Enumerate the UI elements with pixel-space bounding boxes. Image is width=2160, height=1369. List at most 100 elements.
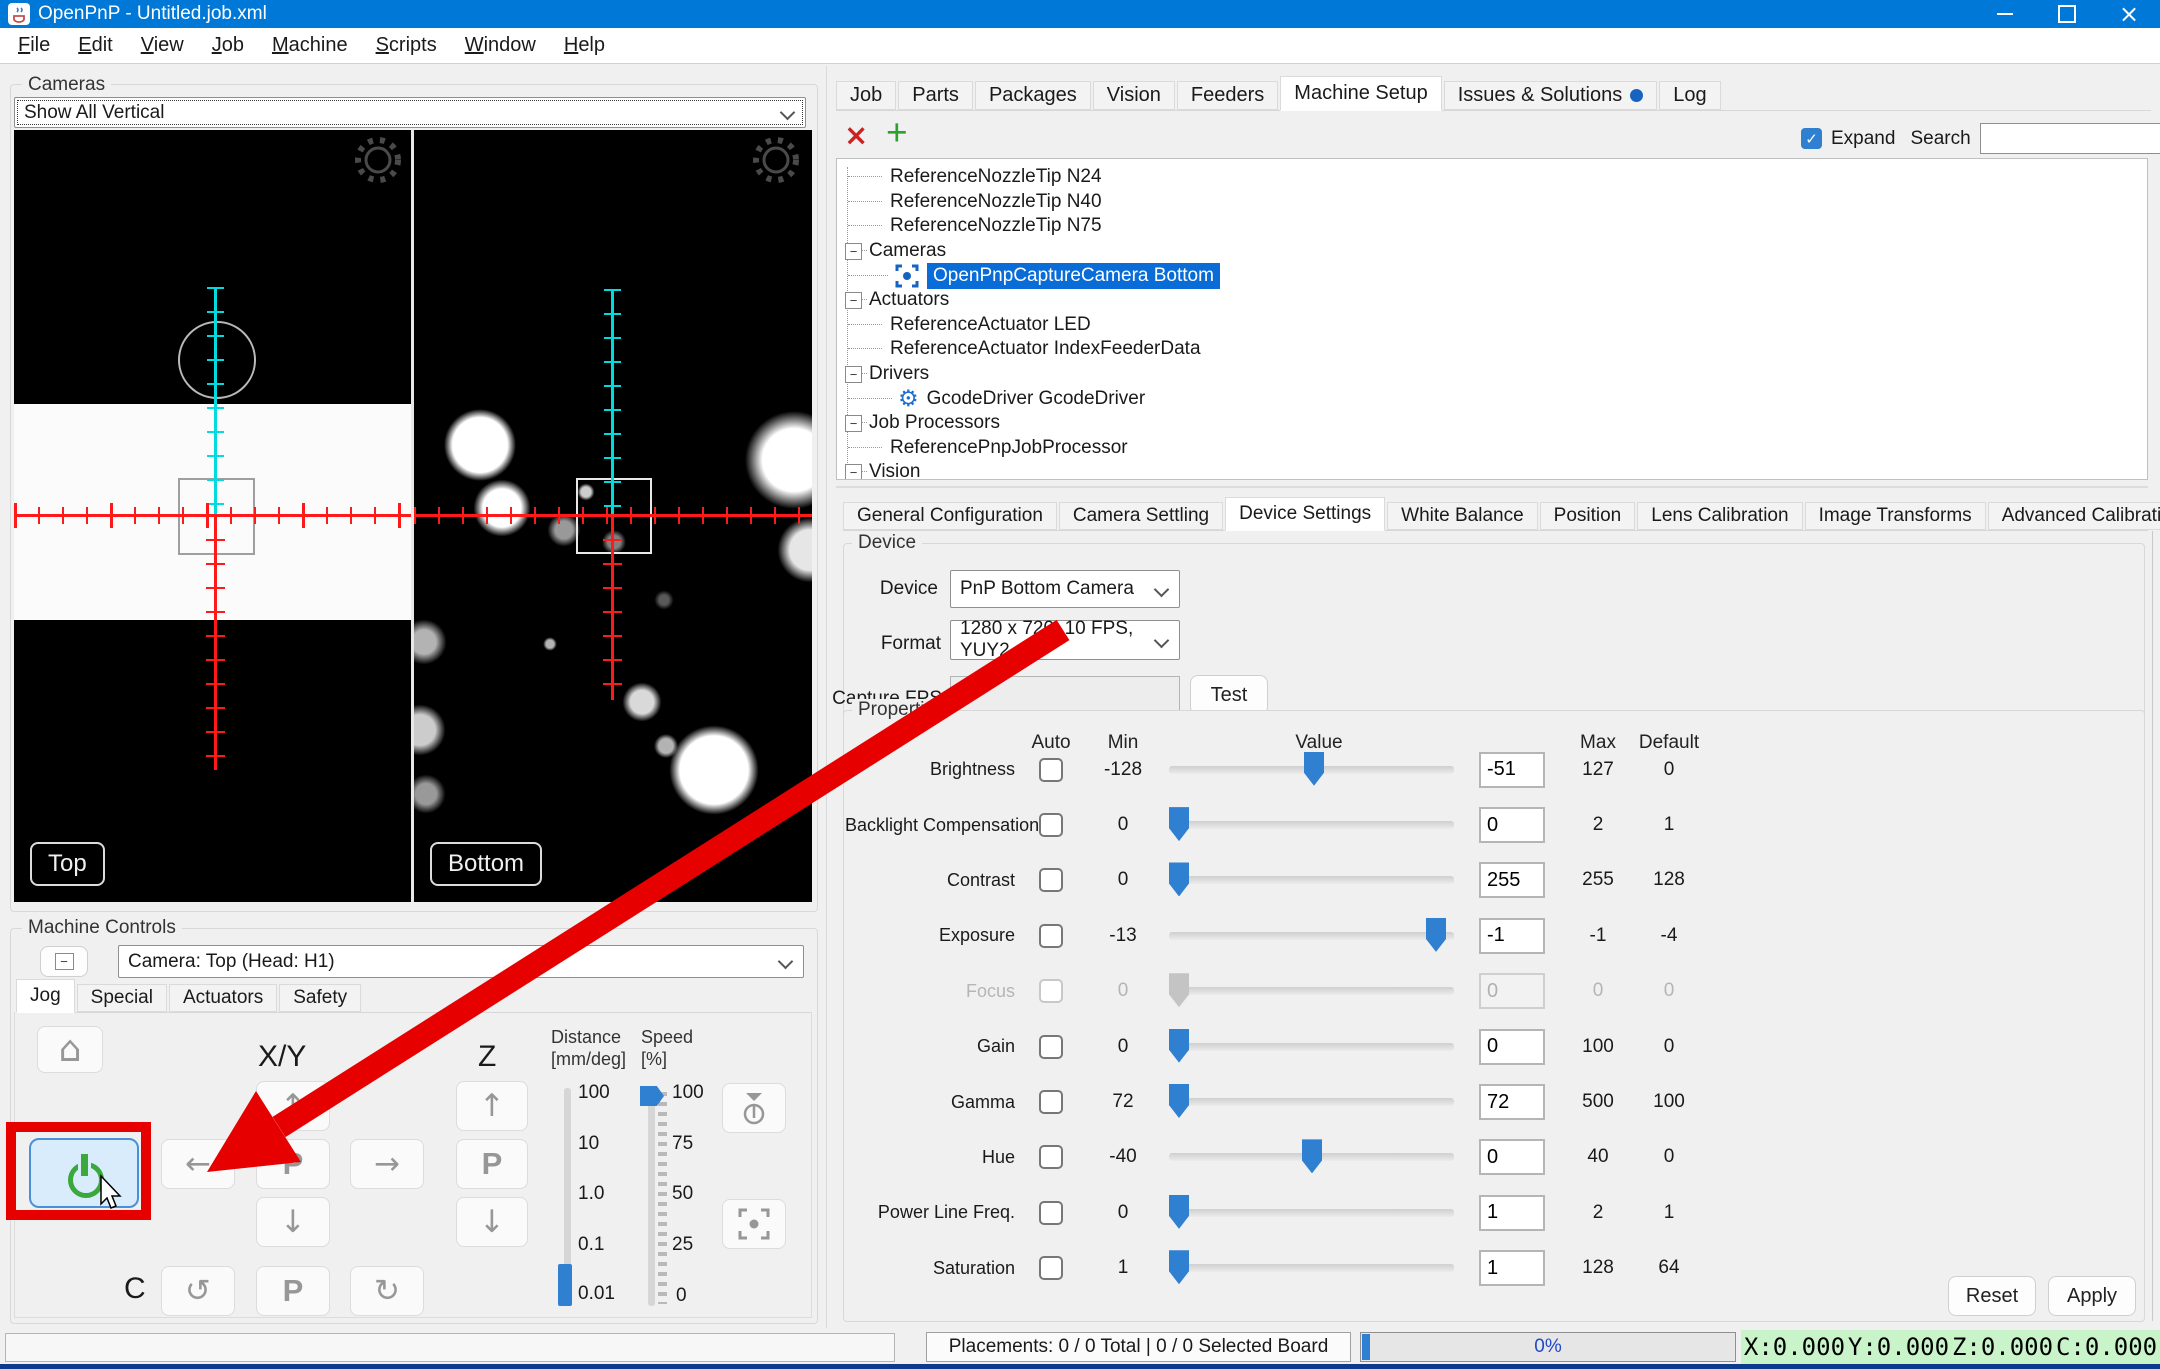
add-item-button[interactable]: + xyxy=(886,112,908,154)
value-input[interactable] xyxy=(1479,918,1545,954)
position-camera-xy-button[interactable]: P xyxy=(256,1139,330,1189)
collapse-node-icon[interactable]: − xyxy=(845,464,862,480)
machine-setup-tree[interactable]: ReferenceNozzleTip N24ReferenceNozzleTip… xyxy=(836,158,2148,480)
collapse-node-icon[interactable]: − xyxy=(845,292,862,309)
auto-checkbox[interactable] xyxy=(1039,1090,1063,1114)
value-slider[interactable] xyxy=(1169,876,1454,884)
value-input[interactable] xyxy=(1479,1139,1545,1175)
tab-camera-settling[interactable]: Camera Settling xyxy=(1059,502,1223,530)
value-input[interactable] xyxy=(1479,1084,1545,1120)
value-input[interactable] xyxy=(1479,1250,1545,1286)
speed-slider[interactable] xyxy=(648,1088,655,1306)
auto-checkbox[interactable] xyxy=(1039,1145,1063,1169)
tab-issues-solutions[interactable]: Issues & Solutions xyxy=(1444,81,1658,110)
jog-z-minus-button[interactable]: ↓ xyxy=(456,1197,528,1247)
tree-item[interactable]: ReferencePnpJobProcessor xyxy=(837,436,2147,461)
value-input[interactable] xyxy=(1479,1195,1545,1231)
tab-general-configuration[interactable]: General Configuration xyxy=(843,502,1057,530)
collapse-node-icon[interactable]: − xyxy=(845,366,862,383)
tree-item[interactable]: ReferenceNozzleTip N40 xyxy=(837,190,2147,215)
jog-x-plus-button[interactable]: → xyxy=(350,1139,424,1189)
value-slider[interactable] xyxy=(1169,1153,1454,1161)
collapse-node-icon[interactable]: − xyxy=(845,415,862,432)
jog-x-minus-button[interactable]: ← xyxy=(161,1139,235,1189)
slider-thumb[interactable] xyxy=(1169,807,1189,841)
maximize-button[interactable] xyxy=(2036,0,2098,28)
expand-checkbox[interactable] xyxy=(1801,128,1822,149)
tree-item[interactable]: ⚙GcodeDriver GcodeDriver xyxy=(837,386,2147,411)
menu-item-edit[interactable]: Edit xyxy=(64,34,126,57)
menu-item-file[interactable]: File xyxy=(4,34,64,57)
tree-item[interactable]: −Drivers xyxy=(837,362,2147,387)
position-camera-button[interactable] xyxy=(722,1199,786,1249)
tab-packages[interactable]: Packages xyxy=(975,81,1091,110)
value-slider[interactable] xyxy=(1169,1264,1454,1272)
jog-z-plus-button[interactable]: ↑ xyxy=(456,1081,528,1131)
slider-thumb[interactable] xyxy=(1169,1195,1189,1229)
tab-jog[interactable]: Jog xyxy=(16,979,75,1013)
slider-thumb[interactable] xyxy=(1169,862,1189,896)
reset-button[interactable]: Reset xyxy=(1948,1276,2036,1316)
tree-item[interactable]: ReferenceActuator IndexFeederData xyxy=(837,337,2147,362)
tree-item[interactable]: ReferenceActuator LED xyxy=(837,313,2147,338)
value-input[interactable] xyxy=(1479,807,1545,843)
tree-item[interactable]: ReferenceNozzleTip N75 xyxy=(837,214,2147,239)
position-camera-c-button[interactable]: P xyxy=(256,1266,330,1316)
home-button[interactable]: ⌂ xyxy=(37,1026,103,1073)
auto-checkbox[interactable] xyxy=(1039,868,1063,892)
distance-slider-thumb[interactable] xyxy=(558,1264,572,1306)
position-camera-z-button[interactable]: P xyxy=(456,1139,528,1189)
slider-thumb[interactable] xyxy=(1304,752,1324,786)
tab-parts[interactable]: Parts xyxy=(898,81,973,110)
tree-item[interactable]: −Vision xyxy=(837,460,2147,480)
camera-view-selector[interactable]: Show All Vertical xyxy=(14,97,806,128)
value-slider[interactable] xyxy=(1169,821,1454,829)
auto-checkbox[interactable] xyxy=(1039,1256,1063,1280)
tab-position[interactable]: Position xyxy=(1540,502,1636,530)
value-slider[interactable] xyxy=(1169,932,1454,940)
tab-lens-calibration[interactable]: Lens Calibration xyxy=(1637,502,1802,530)
head-selector[interactable]: Camera: Top (Head: H1) xyxy=(118,945,804,978)
tree-item[interactable]: −Job Processors xyxy=(837,411,2147,436)
slider-thumb[interactable] xyxy=(1302,1139,1322,1173)
park-z-button[interactable] xyxy=(722,1083,786,1133)
value-slider[interactable] xyxy=(1169,1098,1454,1106)
value-slider[interactable] xyxy=(1169,766,1454,774)
jog-y-minus-button[interactable]: ↓ xyxy=(256,1197,330,1247)
tree-item[interactable]: OpenPnpCaptureCamera Bottom xyxy=(837,263,2147,288)
tab-special[interactable]: Special xyxy=(77,984,167,1012)
power-button[interactable] xyxy=(29,1138,139,1208)
tree-item[interactable]: ReferenceNozzleTip N24 xyxy=(837,165,2147,190)
menu-item-window[interactable]: Window xyxy=(451,34,550,57)
rotate-cw-button[interactable]: ↻ xyxy=(350,1266,424,1316)
slider-thumb[interactable] xyxy=(1169,1084,1189,1118)
tab-actuators[interactable]: Actuators xyxy=(169,984,277,1012)
close-button[interactable]: × xyxy=(2098,0,2160,28)
slider-thumb[interactable] xyxy=(1169,1250,1189,1284)
device-select[interactable]: PnP Bottom Camera xyxy=(950,570,1180,608)
menu-item-view[interactable]: View xyxy=(127,34,198,57)
slider-thumb[interactable] xyxy=(1169,1029,1189,1063)
capture-fps-input[interactable] xyxy=(950,676,1180,714)
auto-checkbox[interactable] xyxy=(1039,1201,1063,1225)
menu-item-job[interactable]: Job xyxy=(198,34,258,57)
tab-vision[interactable]: Vision xyxy=(1093,81,1175,110)
menu-item-machine[interactable]: Machine xyxy=(258,34,362,57)
menu-item-help[interactable]: Help xyxy=(550,34,619,57)
collapse-controls-button[interactable]: − xyxy=(40,946,88,977)
auto-checkbox[interactable] xyxy=(1039,1035,1063,1059)
format-select[interactable]: 1280 x 720, 10 FPS, YUY2 xyxy=(950,620,1180,660)
delete-item-button[interactable]: × xyxy=(844,118,868,152)
search-input[interactable] xyxy=(1980,123,2160,154)
auto-checkbox[interactable] xyxy=(1039,758,1063,782)
tab-log[interactable]: Log xyxy=(1659,81,1720,110)
tab-feeders[interactable]: Feeders xyxy=(1177,81,1278,110)
value-input[interactable] xyxy=(1479,752,1545,788)
jog-y-plus-button[interactable]: ↑ xyxy=(256,1081,330,1131)
camera-view-top[interactable]: Top xyxy=(14,130,411,902)
tab-image-transforms[interactable]: Image Transforms xyxy=(1805,502,1986,530)
tree-item[interactable]: −Actuators xyxy=(837,288,2147,313)
slider-thumb[interactable] xyxy=(1426,918,1446,952)
tab-white-balance[interactable]: White Balance xyxy=(1387,502,1538,530)
apply-button[interactable]: Apply xyxy=(2048,1276,2136,1316)
